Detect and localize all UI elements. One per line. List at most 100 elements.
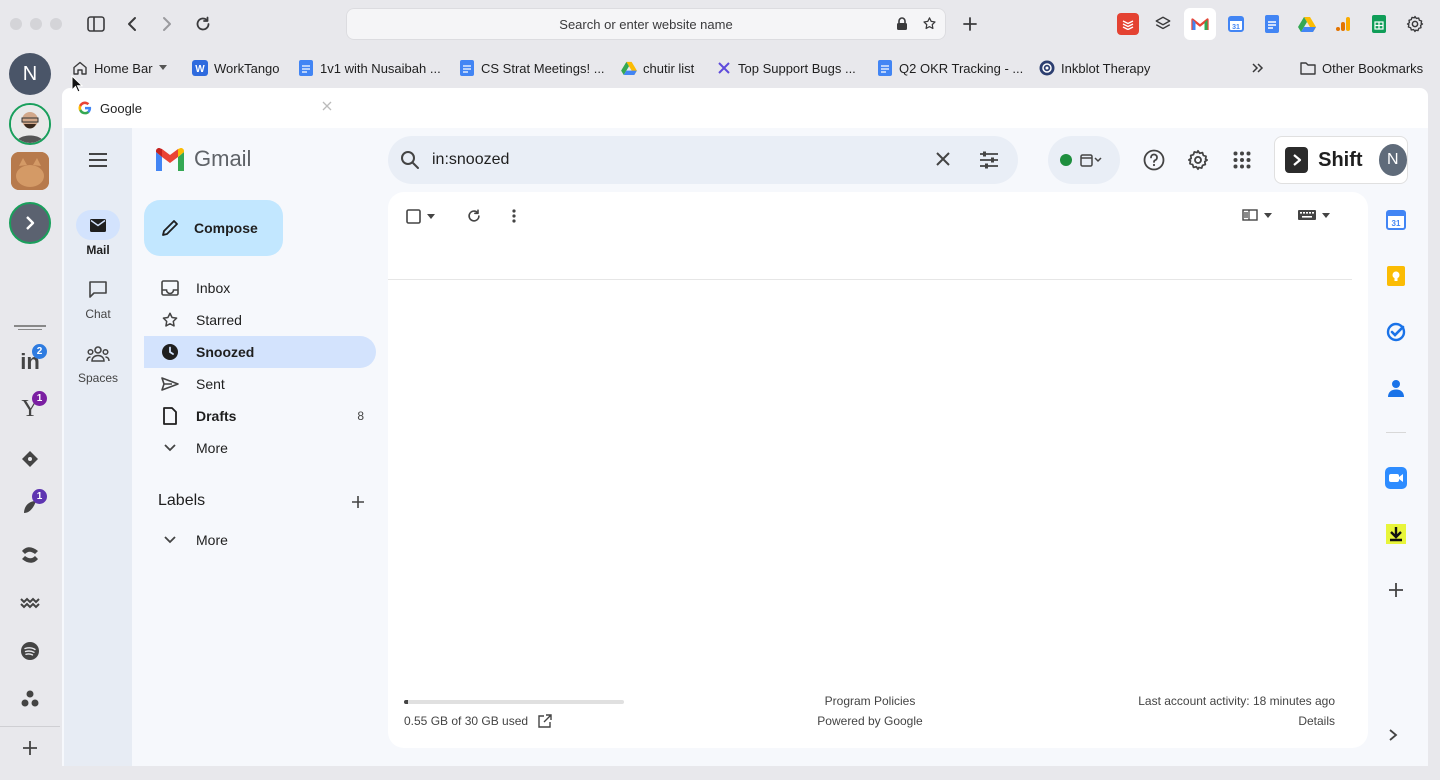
browser-tab[interactable]: Google [62, 88, 1428, 128]
help-icon[interactable] [1134, 140, 1174, 180]
clear-search-icon[interactable] [934, 150, 952, 168]
shift-account-switcher[interactable]: Shift N [1274, 136, 1408, 184]
google-docs-icon [298, 60, 314, 76]
nav-item-snoozed[interactable]: Snoozed [144, 336, 376, 368]
split-pane-icon [1242, 209, 1258, 221]
nav-item-drafts[interactable]: Drafts 8 [144, 400, 376, 432]
zoom-addon-icon[interactable] [1384, 466, 1408, 490]
svg-text:31: 31 [1232, 24, 1240, 31]
labels-more[interactable]: More [144, 524, 376, 556]
new-tab-icon[interactable] [956, 10, 984, 38]
minimize-window-button[interactable] [30, 18, 42, 30]
open-external-icon[interactable] [538, 714, 552, 728]
google-calendar-addon-icon[interactable]: 31 [1384, 208, 1408, 232]
linear-icon [716, 60, 732, 76]
select-all-checkbox[interactable] [406, 209, 435, 224]
program-policies-link[interactable]: Program Policies [770, 694, 970, 708]
input-tools-toggle[interactable] [1298, 210, 1330, 220]
analytics-extension-icon[interactable] [1332, 13, 1354, 35]
layers-extension-icon[interactable] [1152, 13, 1174, 35]
main-menu-icon[interactable] [78, 140, 118, 180]
sidebar-toggle-icon[interactable] [82, 10, 110, 38]
browser-settings-gear-icon[interactable] [1404, 13, 1426, 35]
nav-item-more[interactable]: More [144, 432, 376, 464]
other-bookmarks[interactable]: Other Bookmarks [1300, 54, 1423, 82]
refresh-icon[interactable] [466, 208, 482, 224]
diamond-app-icon[interactable] [16, 445, 44, 473]
cat-app-icon[interactable] [11, 152, 49, 190]
mail-nav-button[interactable] [76, 210, 120, 240]
linkedin-icon[interactable]: in 2 [16, 344, 47, 376]
other-bookmarks-label: Other Bookmarks [1322, 60, 1424, 76]
compose-button[interactable]: Compose [144, 200, 283, 256]
google-drive-extension-icon[interactable] [1296, 13, 1318, 35]
gmail-logo[interactable]: Gmail [154, 146, 251, 172]
show-side-panel-icon[interactable] [1388, 728, 1398, 742]
yahoo-icon[interactable]: Y 1 [16, 391, 47, 423]
close-tab-icon[interactable] [322, 101, 332, 111]
spaces-icon[interactable] [86, 345, 110, 363]
community-app-icon[interactable] [16, 685, 44, 713]
reload-icon[interactable] [189, 10, 217, 38]
google-contacts-addon-icon[interactable] [1384, 376, 1408, 400]
nav-item-inbox[interactable]: Inbox [144, 272, 376, 304]
nav-item-sent[interactable]: Sent [144, 368, 376, 400]
google-tasks-addon-icon[interactable] [1384, 320, 1408, 344]
gmail-extension-icon[interactable] [1184, 8, 1216, 40]
chat-icon[interactable] [88, 280, 108, 298]
search-options-icon[interactable] [978, 150, 1000, 170]
powered-by-google: Powered by Google [817, 714, 923, 728]
chevron-down-icon [1264, 212, 1272, 218]
user-photo-avatar[interactable] [9, 103, 51, 145]
todoist-extension-icon[interactable] [1117, 13, 1139, 35]
bookmark-1v1-nusaibah[interactable]: 1v1 with Nusaibah ... [298, 54, 441, 82]
bookmarks-overflow-chevron-icon[interactable] [1252, 54, 1264, 82]
back-icon[interactable] [118, 10, 146, 38]
chat-nav-label[interactable]: Chat [64, 307, 132, 321]
download-addon-icon[interactable] [1384, 522, 1408, 546]
lock-icon [896, 17, 908, 31]
spotify-icon[interactable] [16, 637, 44, 665]
bookmark-inkblot-therapy[interactable]: Inkblot Therapy [1039, 54, 1150, 82]
bookmark-q2-okr-tracking[interactable]: Q2 OKR Tracking - ... [877, 54, 1023, 82]
shift-app-icon[interactable] [9, 202, 51, 244]
search-input[interactable]: in:snoozed [432, 151, 509, 169]
google-keep-addon-icon[interactable] [1384, 264, 1408, 288]
profile-avatar[interactable]: N [9, 53, 51, 95]
close-window-button[interactable] [10, 18, 22, 30]
search-bar[interactable]: in:snoozed [388, 136, 1018, 184]
split-pane-toggle[interactable] [1242, 209, 1272, 221]
nav-item-starred[interactable]: Starred [144, 304, 376, 336]
zoom-window-button[interactable] [50, 18, 62, 30]
spaces-nav-label[interactable]: Spaces [64, 371, 132, 385]
forward-icon[interactable] [153, 10, 181, 38]
status-selector[interactable] [1048, 136, 1120, 184]
bookmark-cs-strat-meetings[interactable]: CS Strat Meetings! ... [459, 54, 605, 82]
bookmark-home-bar[interactable]: Home Bar [72, 54, 167, 82]
app-icon[interactable]: 1 [16, 489, 47, 521]
home-icon [72, 60, 88, 76]
get-addons-icon[interactable] [1384, 578, 1408, 602]
account-avatar[interactable]: N [1378, 144, 1407, 176]
settings-gear-icon[interactable] [1178, 140, 1218, 180]
confluence-icon[interactable] [16, 541, 44, 569]
bookmark-top-support-bugs[interactable]: Top Support Bugs ... [716, 54, 856, 82]
add-app-icon[interactable] [16, 734, 44, 762]
search-icon[interactable] [400, 150, 420, 170]
google-calendar-extension-icon[interactable]: 31 [1225, 13, 1247, 35]
google-docs-extension-icon[interactable] [1261, 13, 1283, 35]
bookmark-worktango[interactable]: W WorkTango [192, 54, 280, 82]
wave-app-icon[interactable] [16, 589, 44, 617]
more-options-icon[interactable] [512, 209, 516, 223]
google-sheets-extension-icon[interactable] [1368, 13, 1390, 35]
details-link[interactable]: Details [1088, 714, 1335, 728]
apps-grid-icon[interactable] [1222, 140, 1262, 180]
bookmark-star-icon[interactable] [922, 16, 937, 31]
create-label-icon[interactable] [346, 490, 370, 514]
bookmark-chutir-list[interactable]: chutir list [621, 54, 694, 82]
active-status-dot [1060, 154, 1072, 166]
star-icon [144, 311, 196, 329]
chevron-down-icon [144, 536, 196, 544]
address-bar[interactable]: Search or enter website name [346, 8, 946, 40]
nav-item-label: Inbox [196, 280, 231, 296]
